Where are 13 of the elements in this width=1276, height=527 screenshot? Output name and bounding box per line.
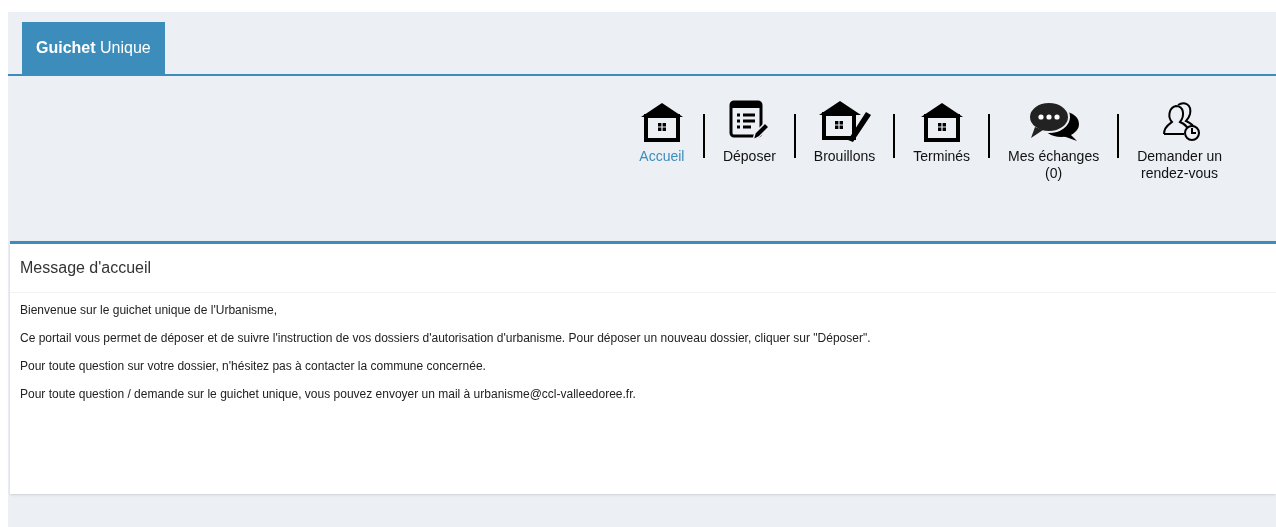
nav-link[interactable]: Déposer — [704, 96, 794, 165]
message-paragraph: Bienvenue sur le guichet unique de l'Urbanisme, — [20, 302, 279, 319]
house-pen-icon — [817, 100, 872, 142]
nav-link[interactable]: Demander un rendez-vous — [1119, 96, 1240, 182]
message-paragraph: Pour toute question sur votre dossier, n'hésitez pas à contacter la commune concernée. — [20, 358, 487, 375]
message-paragraph: Pour toute question / demande sur le guichet unique, vous pouvez envoyer un mail à urbanisme@ccl-valleedoree.fr. — [20, 386, 637, 403]
nav-link[interactable]: Brouillons — [795, 96, 894, 165]
nav-link[interactable]: Terminés — [895, 96, 989, 165]
app-tab[interactable]: Guichet Unique — [22, 22, 165, 74]
form-edit-icon — [729, 100, 770, 142]
panel-title: Message d'accueil — [10, 244, 1276, 293]
nav-link[interactable]: Mes échanges (0) — [990, 96, 1118, 182]
message-paragraph: Ce portail vous permet de déposer et de suivre l'instruction de vos dossiers d'autorisation d'urbanisme. Pour déposer un nouveau dossier, cliquer sur "Déposer". — [20, 330, 872, 347]
